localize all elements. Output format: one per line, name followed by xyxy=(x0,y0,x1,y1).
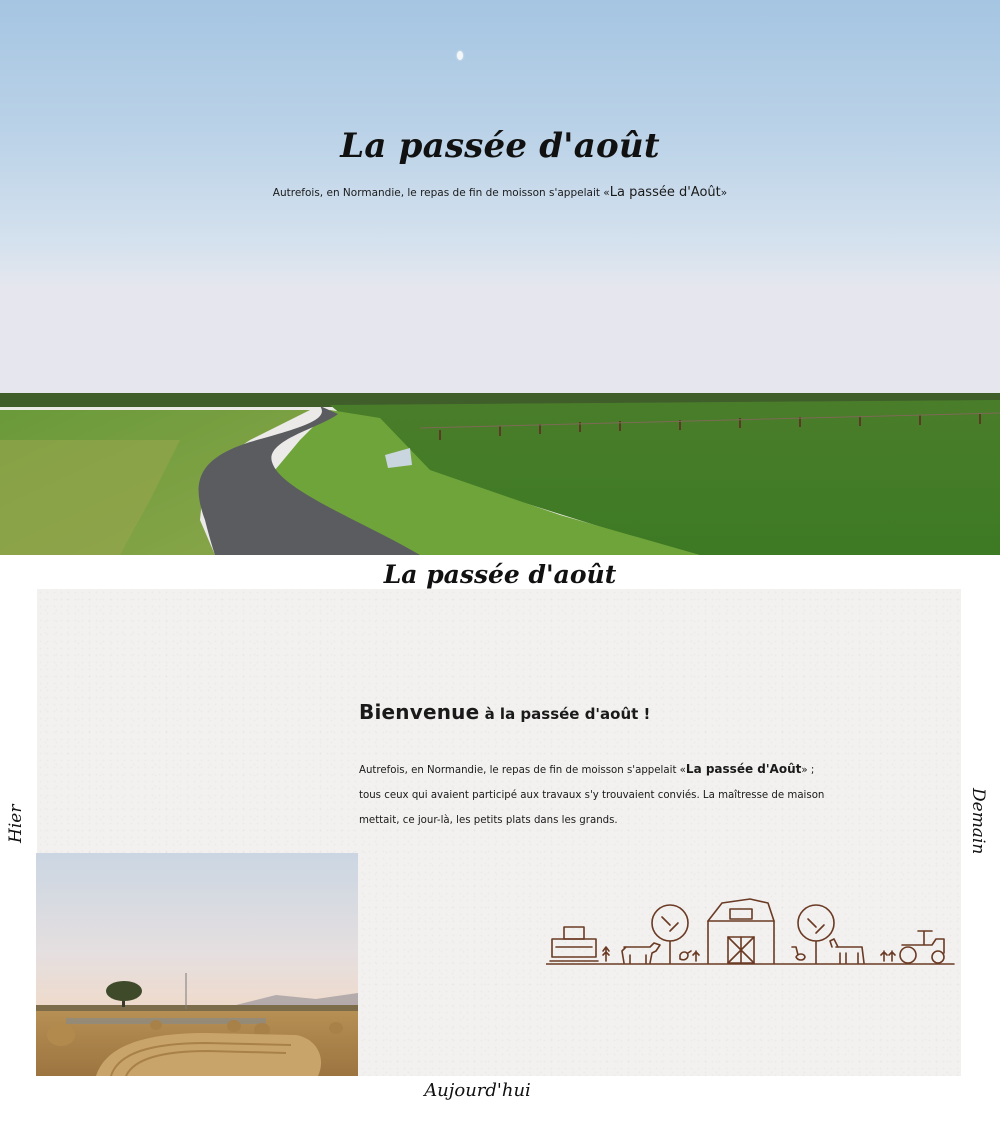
cow-icon xyxy=(621,942,661,964)
hero-subtitle-suffix: » xyxy=(720,187,728,199)
welcome-strong: Bienvenue xyxy=(359,700,480,724)
welcome-heading: Bienvenue à la passée d'août ! xyxy=(359,700,839,724)
intro-paragraph: Autrefois, en Normandie, le repas de fin… xyxy=(359,757,829,833)
section-title: La passée d'août xyxy=(383,560,617,589)
tractor-icon xyxy=(899,930,945,964)
welcome-rest: à la passée d'août ! xyxy=(479,705,651,723)
hay-bale-field-photo xyxy=(36,853,358,1076)
nav-link-aujourdhui[interactable]: Aujourd'hui xyxy=(0,1080,955,1101)
hero-banner: La passée d'août Autrefois, en Normandie… xyxy=(0,0,1000,555)
barn-icon xyxy=(707,898,775,964)
moon-icon xyxy=(457,51,463,60)
tree-icon xyxy=(651,904,689,964)
intro-part1: Autrefois, en Normandie, le repas de fin… xyxy=(359,765,686,776)
hero-subtitle-prefix: Autrefois, en Normandie, le repas de fin… xyxy=(272,187,610,199)
nav-link-demain[interactable]: Demain xyxy=(968,788,988,854)
farm-line-illustration xyxy=(546,898,955,965)
horse-icon xyxy=(829,938,865,964)
hero-title: La passée d'août xyxy=(340,126,660,166)
hero-subtitle-highlight: La passée d'Août xyxy=(609,185,721,200)
intro-highlight: La passée d'Août xyxy=(685,762,802,776)
hero-landscape-photo xyxy=(0,0,1000,555)
hero-subtitle: Autrefois, en Normandie, le repas de fin… xyxy=(0,185,1000,200)
harvester-icon xyxy=(549,926,599,962)
nav-link-hier[interactable]: Hier xyxy=(6,805,26,843)
